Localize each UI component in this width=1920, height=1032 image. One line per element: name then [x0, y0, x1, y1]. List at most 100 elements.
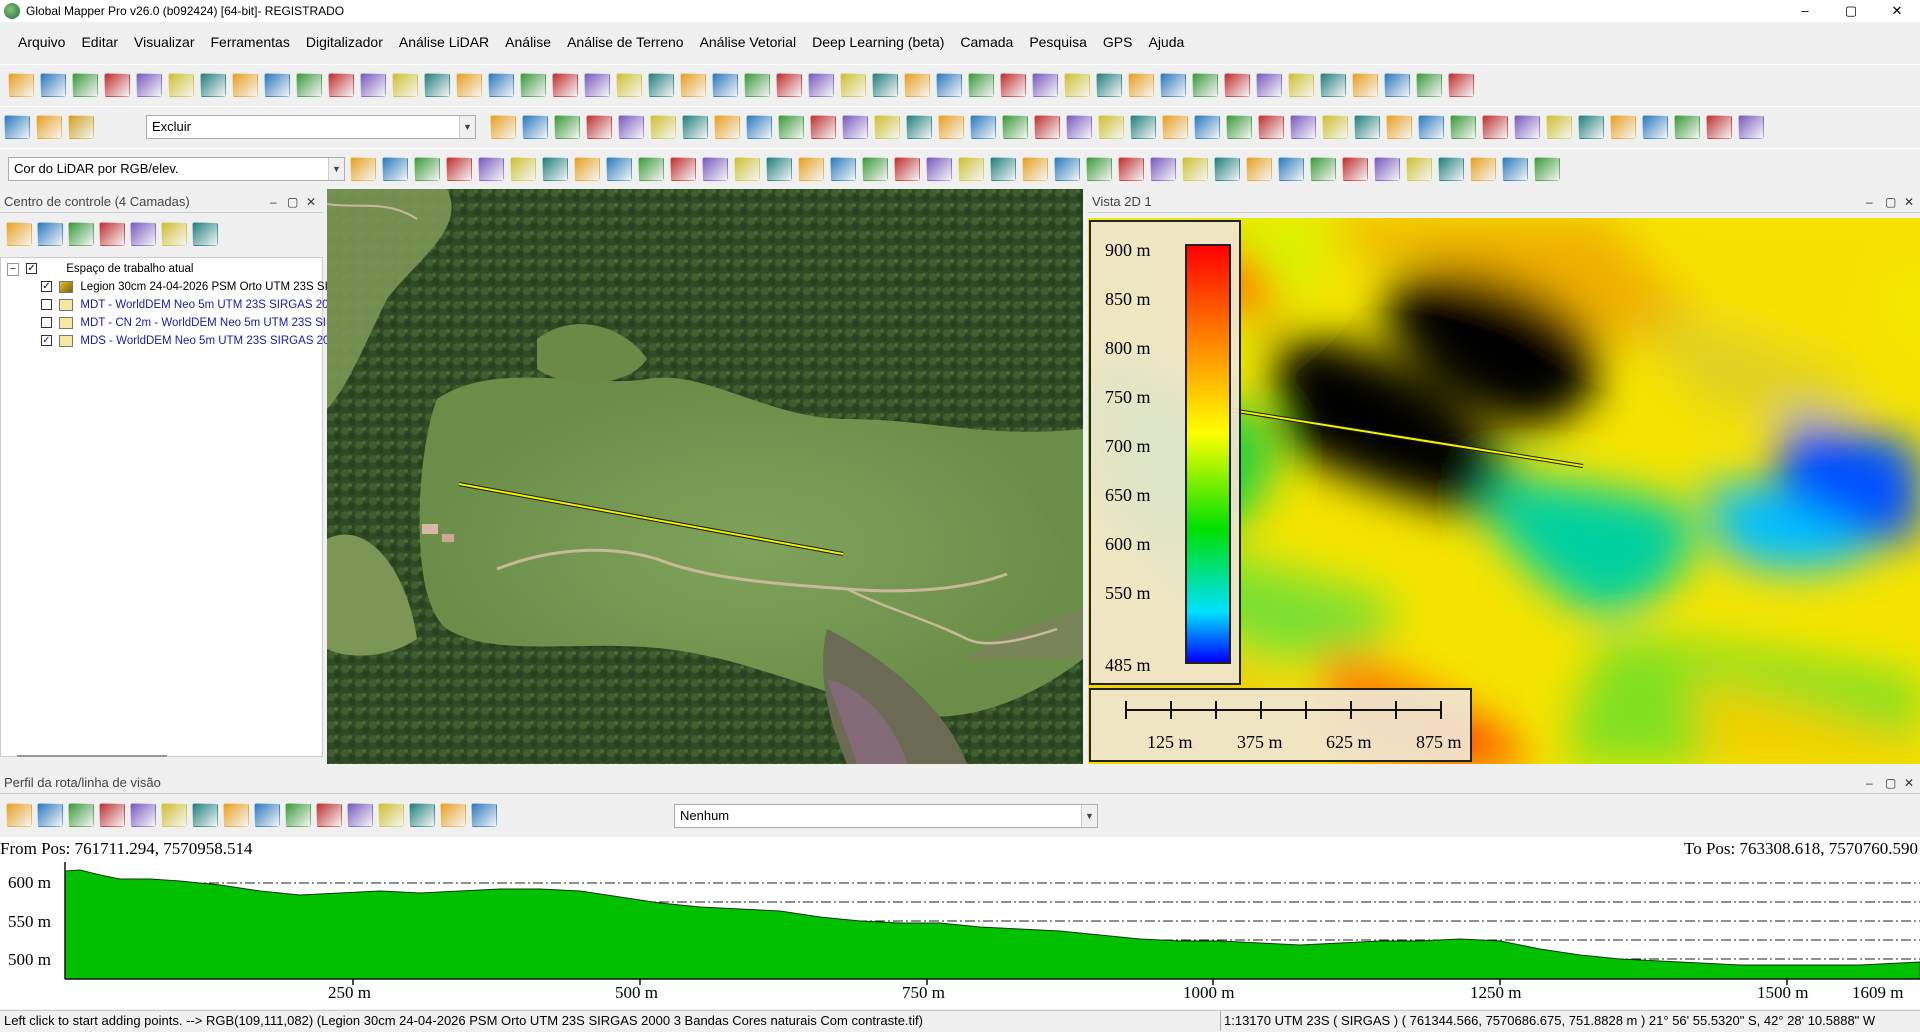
add-point-icon[interactable] [1054, 157, 1080, 181]
options-icon[interactable] [37, 222, 63, 246]
split-icon[interactable] [682, 115, 708, 139]
building-icon[interactable] [1470, 157, 1496, 181]
gear-icon[interactable] [36, 115, 62, 139]
menu-digitalizador[interactable]: Digitalizador [298, 34, 391, 50]
digitizer-select[interactable]: Excluir ▼ [146, 115, 476, 139]
lidar-classify-icon[interactable] [446, 157, 472, 181]
curve-icon[interactable] [1194, 115, 1220, 139]
layer-checkbox[interactable] [41, 299, 52, 311]
chart-icon[interactable] [1096, 73, 1122, 97]
crop-icon[interactable] [1066, 115, 1092, 139]
rotate-icon[interactable] [1578, 115, 1604, 139]
menu-gps[interactable]: GPS [1095, 34, 1141, 50]
star-icon[interactable] [490, 115, 516, 139]
triangle-icon[interactable] [542, 157, 568, 181]
menu-analise-vetorial[interactable]: Análise Vetorial [692, 34, 805, 50]
sphere-icon[interactable] [574, 157, 600, 181]
tree-icon[interactable] [734, 157, 760, 181]
lidar-color-select[interactable]: Cor do LiDAR por RGB/elev. ▼ [8, 157, 345, 181]
layer-item[interactable]: MDT - WorldDEM Neo 5m UTM 23S SIRGAS 200… [41, 296, 341, 314]
mountain-icon[interactable] [1448, 73, 1474, 97]
globe-icon[interactable] [1374, 157, 1400, 181]
select-icon[interactable] [488, 73, 514, 97]
star-icon[interactable] [1130, 115, 1156, 139]
join-icon[interactable] [1354, 115, 1380, 139]
edit-icon[interactable] [650, 115, 676, 139]
zoom-in-icon[interactable] [328, 73, 354, 97]
feature-icon[interactable] [1738, 115, 1764, 139]
layer-checkbox[interactable]: ✓ [41, 281, 52, 293]
layers-icon[interactable] [638, 157, 664, 181]
visibility-icon[interactable] [161, 222, 187, 246]
print-icon[interactable] [232, 73, 258, 97]
pencil-icon[interactable] [456, 73, 482, 97]
profile-icon[interactable] [744, 73, 770, 97]
fill-icon[interactable] [1288, 73, 1314, 97]
grid-icon[interactable] [478, 157, 504, 181]
cluster-icon[interactable] [670, 157, 696, 181]
wave-icon[interactable] [990, 157, 1016, 181]
tree-icon[interactable] [1502, 157, 1528, 181]
line-icon[interactable] [254, 803, 280, 827]
fresnel-icon[interactable] [378, 803, 404, 827]
maximize-icon[interactable]: ▢ [287, 191, 298, 213]
analysis-icon[interactable] [1192, 73, 1218, 97]
find-icon[interactable] [648, 73, 674, 97]
digitize-icon[interactable] [552, 73, 578, 97]
line-icon[interactable] [1162, 115, 1188, 139]
edit-icon[interactable] [1290, 115, 1316, 139]
lidar-classify-icon[interactable] [1214, 157, 1240, 181]
crop-icon[interactable] [1706, 115, 1732, 139]
window-icon[interactable] [200, 73, 226, 97]
filter-icon[interactable] [1118, 157, 1144, 181]
table-icon[interactable] [68, 222, 94, 246]
workspace-node[interactable]: − ✓ Espaço de trabalho atual [7, 260, 193, 278]
circle-icon[interactable] [842, 115, 868, 139]
close-button[interactable]: ✕ [1874, 3, 1920, 19]
layer-checkbox[interactable]: ✓ [41, 335, 52, 347]
export-icon[interactable] [285, 803, 311, 827]
delete-icon[interactable] [520, 73, 546, 97]
menu-analise[interactable]: Análise [497, 34, 559, 50]
join-icon[interactable] [714, 115, 740, 139]
split-icon[interactable] [1322, 115, 1348, 139]
viewshed-icon[interactable] [776, 73, 802, 97]
globe-icon[interactable] [4, 115, 30, 139]
menu-ajuda[interactable]: Ajuda [1140, 34, 1192, 50]
chart-icon[interactable] [316, 803, 342, 827]
route-icon[interactable] [1022, 157, 1048, 181]
ground-icon[interactable] [830, 157, 856, 181]
ruler-icon[interactable] [584, 73, 610, 97]
minimize-icon[interactable]: – [270, 191, 277, 213]
image-icon[interactable] [104, 73, 130, 97]
remove-point-icon[interactable] [1086, 157, 1112, 181]
close-icon[interactable]: ✕ [1904, 191, 1914, 213]
calc-icon[interactable] [471, 803, 497, 827]
plane-icon[interactable] [1320, 73, 1346, 97]
close-layer-icon[interactable] [192, 222, 218, 246]
profile-select[interactable]: Nenhum ▼ [674, 804, 1098, 828]
cursor-icon[interactable] [223, 803, 249, 827]
scale-icon[interactable] [1610, 115, 1636, 139]
measure-icon[interactable] [1160, 73, 1186, 97]
cluster-icon[interactable] [1438, 157, 1464, 181]
select-icon[interactable] [99, 803, 125, 827]
back-icon[interactable] [392, 73, 418, 97]
edit-icon[interactable] [510, 157, 536, 181]
menu-deep-learning[interactable]: Deep Learning (beta) [804, 34, 952, 50]
maximize-icon[interactable]: ▢ [1885, 772, 1896, 794]
measure-icon[interactable] [1450, 115, 1476, 139]
classify-icon[interactable] [936, 73, 962, 97]
layers-icon[interactable] [168, 73, 194, 97]
add-layer-icon[interactable] [6, 222, 32, 246]
tree-icon[interactable] [1224, 73, 1250, 97]
line-of-sight-icon[interactable] [347, 803, 373, 827]
power-line-icon[interactable] [798, 157, 824, 181]
close-icon[interactable]: ✕ [306, 191, 316, 213]
map-icon[interactable] [968, 73, 994, 97]
merge-icon[interactable] [1034, 115, 1060, 139]
profile-tool-icon[interactable] [68, 803, 94, 827]
ortho-imagery[interactable] [327, 189, 1083, 764]
polygon-icon[interactable] [586, 115, 612, 139]
lidar-select-icon[interactable] [414, 157, 440, 181]
